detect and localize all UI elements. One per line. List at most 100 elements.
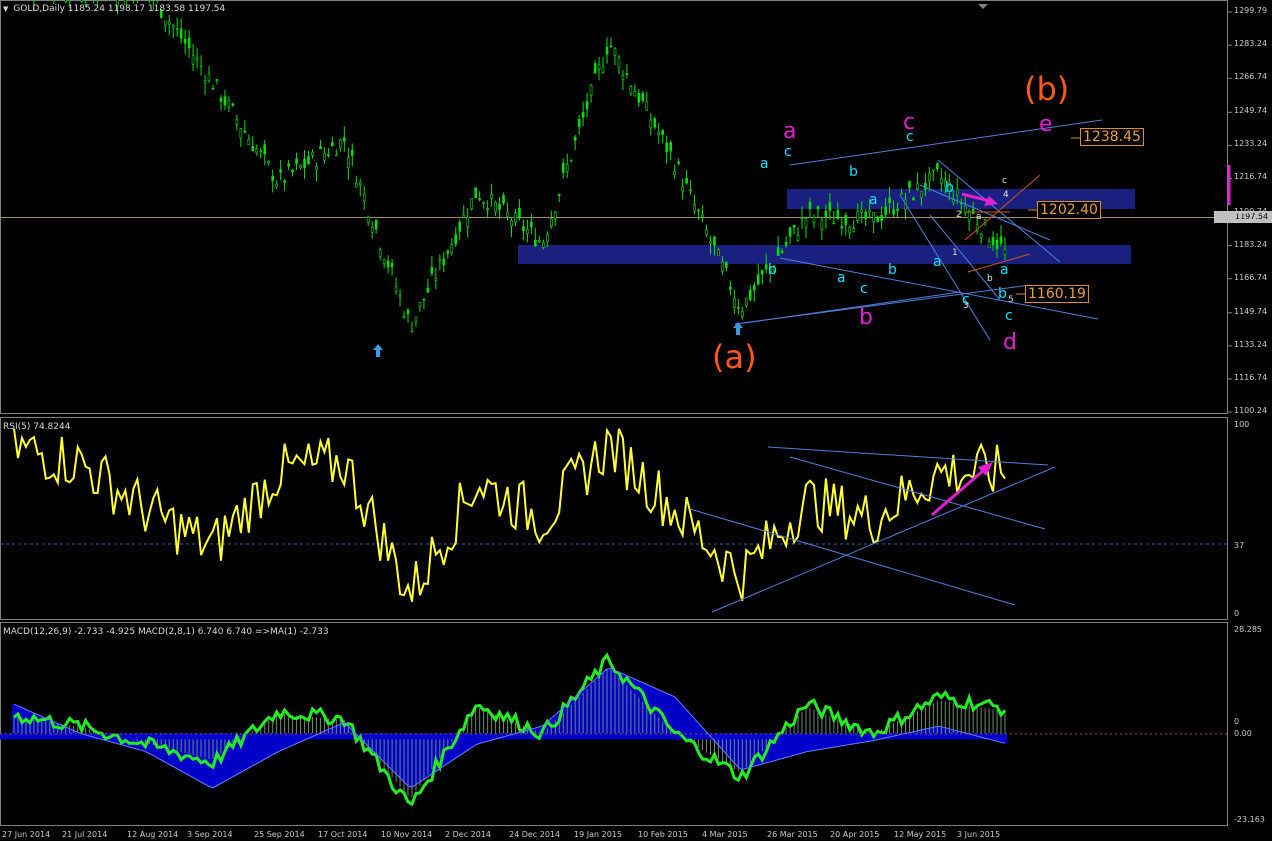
candle-body: [410, 330, 414, 333]
wave-label-small: 5: [1008, 295, 1014, 305]
candle-body: [979, 233, 983, 238]
candle-body: [788, 227, 792, 237]
candle-body: [884, 206, 887, 215]
candle-body: [824, 210, 828, 218]
candle-body: [510, 220, 513, 227]
candle-body: [522, 226, 525, 232]
candle-body: [366, 216, 370, 223]
candle-body: [856, 211, 860, 221]
candle-body: [287, 163, 290, 167]
candle-body: [796, 235, 800, 241]
candle-body: [386, 260, 390, 268]
candle-body: [418, 302, 422, 307]
date-tick: 12 Aug 2014: [127, 830, 179, 839]
candle-body: [697, 209, 700, 212]
candle-body: [621, 75, 625, 80]
candle-body: [438, 258, 442, 262]
candle-body: [597, 64, 601, 70]
wave-label-small: 3: [963, 301, 969, 311]
candle-body: [987, 241, 991, 248]
candle-body: [677, 161, 680, 164]
candle-body: [693, 204, 696, 212]
candle-body: [486, 208, 489, 211]
candle-body: [199, 65, 203, 68]
candle-body: [912, 197, 915, 201]
candle-body: [354, 182, 358, 188]
price-tick: 1100.24: [1234, 406, 1268, 415]
candle-body: [175, 28, 179, 30]
candle-body: [498, 203, 501, 210]
candle-body: [816, 206, 820, 210]
candle-body: [335, 154, 338, 157]
wave-label-cyan: b: [945, 180, 954, 196]
date-tick: 25 Sep 2014: [254, 830, 305, 839]
candle-body: [474, 187, 477, 199]
macd-pane[interactable]: MACD(12,26,9) -2.733 -4.925 MACD(2,8,1) …: [0, 622, 1272, 826]
candle-body: [267, 161, 271, 164]
candle-body: [776, 247, 780, 257]
candle-body: [430, 266, 434, 274]
date-tick: 27 Jun 2014: [2, 830, 51, 839]
macd-chart[interactable]: [0, 622, 1272, 826]
price-tick: 1283.24: [1234, 39, 1268, 49]
symbol-label: GOLD,Daily: [13, 4, 65, 14]
candle-body: [888, 197, 891, 203]
wave-label-cyan: c: [1005, 308, 1013, 324]
candle-body: [275, 183, 278, 188]
candle-body: [478, 198, 481, 201]
date-tick: 17 Oct 2014: [318, 830, 368, 839]
candle-body: [733, 298, 736, 308]
candle-body: [585, 101, 589, 110]
candle-body: [526, 229, 529, 234]
candle-body: [227, 100, 231, 108]
candle-body: [729, 286, 732, 290]
candle-body: [780, 251, 784, 253]
candle-body: [900, 192, 903, 195]
candle-body: [792, 224, 796, 228]
price-tick: 1216.74: [1234, 172, 1268, 182]
wave-label-cyan: a: [1000, 262, 1009, 278]
candle-body: [593, 63, 597, 74]
candle-body: [741, 311, 744, 317]
price-pane[interactable]: ▼ GOLD,Daily 1185.24 1198.17 1183.58 119…: [0, 0, 1272, 415]
candle-body: [876, 216, 879, 223]
candle-body: [247, 138, 251, 146]
rsi-frame: [0, 417, 1228, 620]
candle-body: [506, 211, 509, 217]
dropdown-arrow-icon[interactable]: ▼: [3, 5, 8, 13]
up-arrow-icon-1: [733, 322, 743, 335]
candle-body: [713, 236, 716, 246]
candle-body: [514, 212, 517, 223]
macd-signal-line: [13, 668, 1006, 789]
rsi-line: [13, 427, 1006, 602]
date-tick: 12 May 2015: [894, 830, 947, 839]
price-tick: 1116.74: [1234, 372, 1268, 382]
candle-body: [454, 234, 458, 245]
rsi-chart[interactable]: [0, 417, 1272, 620]
candle-body: [840, 226, 844, 229]
candle-body: [311, 152, 314, 156]
price-tick: 1233.24: [1234, 139, 1268, 149]
wave-label-cyan: c: [860, 281, 868, 297]
candle-body: [955, 188, 959, 196]
price-tick: 1149.74: [1234, 306, 1268, 316]
candle-body: [263, 144, 267, 154]
candle-body: [848, 226, 852, 234]
candle-body: [995, 239, 999, 250]
candle-body: [701, 214, 704, 218]
price-tick: 1266.74: [1234, 72, 1268, 82]
date-tick: 2 Dec 2014: [445, 830, 492, 839]
candle-body: [860, 209, 864, 213]
candle-body: [80, 0, 83, 2]
up-arrow-icon-0: [373, 344, 383, 357]
wave-label-cyan: c: [906, 129, 914, 145]
candle-body: [307, 156, 310, 164]
candle-body: [450, 244, 454, 254]
candle-body: [609, 45, 613, 48]
candle-body: [323, 152, 326, 161]
candle-body: [589, 84, 593, 96]
candle-body: [350, 150, 354, 156]
rsi-pane[interactable]: RSI(5) 74.8244 100 37 0: [0, 417, 1272, 620]
candle-body: [764, 264, 768, 270]
price-tick: 1133.24: [1234, 339, 1268, 349]
